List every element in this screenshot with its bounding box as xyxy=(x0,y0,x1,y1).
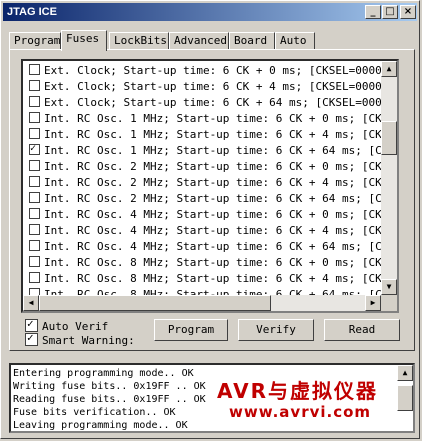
title-bar[interactable]: JTAG ICE _ □ × xyxy=(3,3,417,21)
fuse-option-label: Int. RC Osc. 1 MHz; Start-up time: 6 CK … xyxy=(44,128,399,141)
checkbox-unchecked-icon[interactable] xyxy=(29,112,40,123)
checkbox-unchecked-icon[interactable] xyxy=(29,256,40,267)
fuse-option-row[interactable]: Ext. Clock; Start-up time: 6 CK + 64 ms;… xyxy=(29,95,399,111)
checkbox-unchecked-icon[interactable] xyxy=(29,160,40,171)
minimize-button[interactable]: _ xyxy=(365,5,381,19)
watermark-title: AVR与虚拟仪器 xyxy=(217,379,378,403)
horizontal-scroll-thumb[interactable] xyxy=(39,295,271,311)
log-line: Reading fuse bits.. 0x19FF .. OK xyxy=(13,394,206,405)
checkbox-unchecked-icon[interactable] xyxy=(29,64,40,75)
scroll-right-arrow-icon[interactable]: ▶ xyxy=(365,295,381,311)
tab-fuses[interactable]: Fuses xyxy=(61,30,107,51)
checkbox-unchecked-icon[interactable] xyxy=(29,224,40,235)
log-line: Writing fuse bits.. 0x19FF .. OK xyxy=(13,381,206,392)
log-scroll-thumb[interactable] xyxy=(397,385,413,411)
fuse-option-label: Int. RC Osc. 4 MHz; Start-up time: 6 CK … xyxy=(44,240,399,253)
checkbox-unchecked-icon[interactable] xyxy=(29,176,40,187)
program-button[interactable]: Program xyxy=(154,319,228,341)
fuse-option-row[interactable]: Int. RC Osc. 1 MHz; Start-up time: 6 CK … xyxy=(29,141,399,159)
vertical-scroll-thumb[interactable] xyxy=(381,121,397,155)
fuse-option-label: Int. RC Osc. 1 MHz; Start-up time: 6 CK … xyxy=(44,144,399,157)
fuse-option-row[interactable]: Int. RC Osc. 1 MHz; Start-up time: 6 CK … xyxy=(29,111,399,127)
fuse-option-row[interactable]: Int. RC Osc. 4 MHz; Start-up time: 6 CK … xyxy=(29,239,399,255)
fuse-option-row[interactable]: Int. RC Osc. 8 MHz; Start-up time: 6 CK … xyxy=(29,255,399,271)
fuse-option-label: Int. RC Osc. 8 MHz; Start-up time: 6 CK … xyxy=(44,272,399,285)
read-button[interactable]: Read xyxy=(324,319,400,341)
scrollbar-corner xyxy=(381,295,397,311)
checkbox-unchecked-icon[interactable] xyxy=(29,80,40,91)
tab-board[interactable]: Board xyxy=(229,32,275,49)
checkbox-unchecked-icon[interactable] xyxy=(29,192,40,203)
fuse-option-row[interactable]: Int. RC Osc. 4 MHz; Start-up time: 6 CK … xyxy=(29,223,399,239)
auto-verify-checkbox[interactable]: Auto Verif xyxy=(25,317,109,334)
tab-program[interactable]: Program xyxy=(9,32,61,49)
jtag-ice-window: JTAG ICE _ □ × Program Fuses LockBits Ad… xyxy=(0,0,420,439)
fuse-option-label: Int. RC Osc. 8 MHz; Start-up time: 6 CK … xyxy=(44,256,399,269)
fuse-option-row[interactable]: Int. RC Osc. 4 MHz; Start-up time: 6 CK … xyxy=(29,207,399,223)
tab-auto[interactable]: Auto xyxy=(275,32,315,49)
checkbox-unchecked-icon[interactable] xyxy=(29,208,40,219)
fuse-option-label: Ext. Clock; Start-up time: 6 CK + 64 ms;… xyxy=(44,96,399,109)
checkbox-unchecked-icon[interactable] xyxy=(29,96,40,107)
smart-warnings-label: Smart Warning: xyxy=(42,334,135,347)
auto-verify-label: Auto Verif xyxy=(42,320,109,333)
fuse-option-row[interactable]: Int. RC Osc. 1 MHz; Start-up time: 6 CK … xyxy=(29,127,399,143)
fuse-option-label: Ext. Clock; Start-up time: 6 CK + 0 ms; … xyxy=(44,64,399,77)
checkbox-unchecked-icon[interactable] xyxy=(29,128,40,139)
watermark-url: www.avrvi.com xyxy=(229,403,372,421)
log-line: Fuse bits verification.. OK xyxy=(13,407,176,418)
fuse-option-label: Int. RC Osc. 2 MHz; Start-up time: 6 CK … xyxy=(44,192,399,205)
tab-advanced[interactable]: Advanced xyxy=(169,32,229,49)
fuse-option-label: Ext. Clock; Start-up time: 6 CK + 4 ms; … xyxy=(44,80,399,93)
fuse-option-label: Int. RC Osc. 2 MHz; Start-up time: 6 CK … xyxy=(44,176,399,189)
fuse-option-row[interactable]: Int. RC Osc. 2 MHz; Start-up time: 6 CK … xyxy=(29,175,399,191)
tab-lockbits[interactable]: LockBits xyxy=(109,32,169,49)
fuse-list[interactable]: Ext. Clock; Start-up time: 6 CK + 0 ms; … xyxy=(21,59,399,313)
fuse-option-label: Int. RC Osc. 4 MHz; Start-up time: 6 CK … xyxy=(44,208,399,221)
fuse-option-label: Int. RC Osc. 4 MHz; Start-up time: 6 CK … xyxy=(44,224,399,237)
fuse-option-row[interactable]: Ext. Clock; Start-up time: 6 CK + 4 ms; … xyxy=(29,79,399,95)
log-line: Leaving programming mode.. OK xyxy=(13,420,188,431)
window-title: JTAG ICE xyxy=(7,6,57,18)
checkbox-checked-icon xyxy=(25,331,38,346)
checkbox-unchecked-icon[interactable] xyxy=(29,240,40,251)
checkbox-unchecked-icon[interactable] xyxy=(29,272,40,283)
log-scroll-up-arrow-icon[interactable]: ▲ xyxy=(397,365,413,381)
fuse-option-label: Int. RC Osc. 2 MHz; Start-up time: 6 CK … xyxy=(44,160,399,173)
fuse-option-row[interactable]: Int. RC Osc. 2 MHz; Start-up time: 6 CK … xyxy=(29,159,399,175)
output-log[interactable]: Entering programming mode.. OK Writing f… xyxy=(9,363,415,433)
checkbox-checked-icon[interactable] xyxy=(29,141,40,157)
scroll-up-arrow-icon[interactable]: ▲ xyxy=(381,61,397,77)
fuse-option-row[interactable]: Int. RC Osc. 8 MHz; Start-up time: 6 CK … xyxy=(29,271,399,287)
fuse-option-label: Int. RC Osc. 1 MHz; Start-up time: 6 CK … xyxy=(44,112,399,125)
maximize-button[interactable]: □ xyxy=(382,5,398,19)
horizontal-scrollbar[interactable]: ◀ ▶ xyxy=(23,295,381,311)
fuse-option-row[interactable]: Int. RC Osc. 2 MHz; Start-up time: 6 CK … xyxy=(29,191,399,207)
vertical-scrollbar[interactable]: ▲ ▼ xyxy=(381,61,397,295)
verify-button[interactable]: Verify xyxy=(238,319,314,341)
fuse-option-row[interactable]: Ext. Clock; Start-up time: 6 CK + 0 ms; … xyxy=(29,63,399,79)
log-line: Entering programming mode.. OK xyxy=(13,368,194,379)
smart-warnings-checkbox[interactable]: Smart Warning: xyxy=(25,331,135,348)
scroll-left-arrow-icon[interactable]: ◀ xyxy=(23,295,39,311)
scroll-down-arrow-icon[interactable]: ▼ xyxy=(381,279,397,295)
close-button[interactable]: × xyxy=(400,5,416,19)
